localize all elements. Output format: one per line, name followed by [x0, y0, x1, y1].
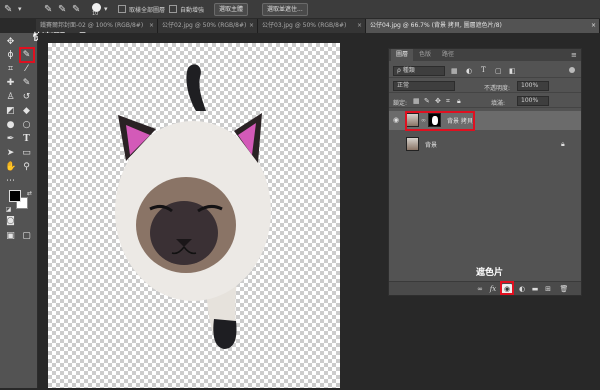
path-selection-icon[interactable]: ➤ [5, 148, 16, 159]
lock-artboard-icon[interactable]: ⌗ [446, 97, 450, 106]
tab-label: 公仔03.jpg @ 50% (RGB/8#) [262, 22, 347, 29]
type-tool-icon[interactable]: T [21, 134, 32, 145]
tab-doc-3[interactable]: 公仔03.jpg @ 50% (RGB/8#) × [258, 19, 366, 33]
dodge-tool-icon[interactable]: ○ [21, 120, 32, 131]
default-colors-icon[interactable]: ◪ [3, 204, 14, 215]
move-tool-icon[interactable]: ✥ [5, 37, 16, 48]
eyedropper-tool-icon[interactable]: ⁄ [21, 64, 32, 75]
lock-position-icon[interactable]: ✥ [435, 97, 441, 105]
tool-preset-dropdown-icon[interactable]: ▾ [18, 4, 30, 15]
document-tabs: 鐵賽爾邦封面-02 @ 100% (RGB/8#) × 公仔02.jpg @ 5… [0, 19, 600, 33]
layer-mask-annotation: 遮色片 [476, 268, 504, 278]
layers-panel-footer: ∞ fx ◉ ◐ ▬ ⊞ 🗑︎ [389, 281, 581, 295]
filter-pixel-icon[interactable]: ▦ [451, 67, 458, 75]
lock-transparent-icon[interactable]: ▦ [413, 97, 420, 105]
tab-label: 公仔04.jpg @ 66.7% (背景 拷貝, 圖層遮色片/8) [370, 22, 502, 29]
adjustment-icon[interactable]: ◐ [517, 284, 527, 294]
select-and-mask-button[interactable]: 選取並遮住... [262, 3, 308, 16]
auto-enhance-label: 自動增強 [180, 7, 205, 14]
layers-panel: 圖層 色版 路徑 ≡ ρ 種類 ▦ ◐ T ▢ ◧ 正常 不透明度: 100% … [388, 48, 582, 296]
panel-tabs: 圖層 色版 路徑 ≡ [389, 49, 581, 61]
document-canvas[interactable] [48, 43, 340, 388]
fill-label: 填滿: [491, 100, 506, 107]
screen-mode-icon[interactable]: ▣ [5, 231, 16, 242]
history-brush-icon[interactable]: ↺ [21, 92, 32, 103]
quick-mask-icon[interactable]: ◙ [5, 216, 16, 227]
tab-paths[interactable]: 路徑 [437, 49, 459, 61]
lock-all-icon[interactable]: 🔒︎ [457, 97, 461, 106]
brush-dropdown-icon[interactable]: ▾ [104, 4, 116, 15]
fx-icon[interactable]: fx [488, 284, 498, 294]
cat-figurine-image [115, 64, 271, 349]
filter-smart-object-icon[interactable]: ◧ [509, 67, 516, 75]
panel-menu-icon[interactable]: ≡ [571, 51, 577, 59]
screen-mode-toggle-icon[interactable]: ▢ [21, 231, 32, 242]
new-layer-icon[interactable]: ⊞ [543, 284, 553, 294]
layer-name[interactable]: 背景 [425, 140, 437, 149]
rectangle-tool-icon[interactable]: ▭ [21, 148, 32, 159]
tab-layers[interactable]: 圖層 [391, 49, 414, 61]
foreground-color-front [9, 190, 21, 202]
filter-type-icon[interactable]: T [481, 66, 486, 74]
close-icon[interactable]: × [357, 19, 362, 33]
sample-all-layers-checkbox[interactable] [118, 5, 126, 13]
lock-icon: 🔒︎ [561, 140, 565, 148]
blend-row: 正常 不透明度: 100% [389, 80, 581, 93]
swap-colors-icon[interactable]: ⇄ [24, 188, 35, 199]
visibility-eye-icon[interactable]: ◉ [392, 116, 400, 124]
hand-tool-icon[interactable]: ✋ [5, 162, 16, 173]
close-icon[interactable]: × [249, 19, 254, 33]
visibility-eye-icon[interactable]: · [392, 140, 400, 148]
close-icon[interactable]: × [149, 19, 154, 33]
subtract-from-selection-icon[interactable]: ✎ [72, 4, 84, 15]
lock-label: 鎖定: [393, 100, 408, 107]
quick-selection-tool-icon[interactable]: ✎ [4, 4, 16, 15]
layer-row-background[interactable]: · 背景 🔒︎ [389, 135, 581, 154]
link-icon[interactable]: ∞ [475, 284, 485, 294]
tab-doc-2[interactable]: 公仔02.jpg @ 50% (RGB/8#) × [158, 19, 258, 33]
quick-selection-highlight [19, 47, 35, 63]
tab-doc-4-active[interactable]: 公仔04.jpg @ 66.7% (背景 拷貝, 圖層遮色片/8) × [366, 19, 600, 33]
filter-row: ρ 種類 ▦ ◐ T ▢ ◧ [389, 65, 581, 78]
layer-highlight-box [405, 111, 475, 131]
paint-bucket-icon[interactable]: ◆ [21, 106, 32, 117]
brush-tool-icon[interactable]: ✎ [21, 78, 32, 89]
options-bar: ✎ ▾ ✎ ✎ ✎ 10 ▾ 取樣全部圖層 自動增強 選取主體 選取並遮住... [0, 0, 600, 19]
close-icon[interactable]: × [591, 19, 596, 33]
filter-kind-select[interactable]: ρ 種類 [393, 66, 445, 76]
add-to-selection-icon[interactable]: ✎ [58, 4, 70, 15]
fill-input[interactable]: 100% [517, 96, 549, 106]
trash-icon[interactable]: 🗑︎ [559, 284, 569, 294]
select-subject-button[interactable]: 選取主體 [214, 3, 249, 16]
blur-tool-icon[interactable]: ● [5, 120, 16, 131]
zoom-tool-icon[interactable]: ⚲ [21, 162, 32, 173]
sample-all-layers-label: 取樣全部圖層 [129, 7, 166, 14]
filter-adjustment-icon[interactable]: ◐ [466, 67, 472, 75]
add-mask-highlight-box [500, 281, 514, 295]
filter-shape-icon[interactable]: ▢ [495, 67, 502, 75]
new-selection-icon[interactable]: ✎ [44, 4, 56, 15]
brush-size: 10 [92, 11, 99, 17]
tab-label: 公仔02.jpg @ 50% (RGB/8#) [162, 22, 247, 29]
lock-image-icon[interactable]: ✎ [424, 97, 430, 105]
layer-thumbnail[interactable] [406, 137, 419, 151]
crop-tool-icon[interactable]: ⌗ [5, 64, 16, 75]
tools-panel: ✥ ϕ ✎ ⌗ ⁄ ✚ ✎ ♙ ↺ ◩ ◆ ● ○ ✒ T ➤ ▭ ✋ ⚲ ⋯ … [0, 33, 38, 388]
lasso-tool-icon[interactable]: ϕ [5, 50, 16, 61]
canvas-area [38, 33, 380, 388]
healing-brush-icon[interactable]: ✚ [5, 78, 16, 89]
more-tools-icon[interactable]: ⋯ [5, 176, 16, 187]
group-icon[interactable]: ▬ [530, 284, 540, 294]
opacity-input[interactable]: 100% [517, 81, 549, 91]
pen-tool-icon[interactable]: ✒ [5, 134, 16, 145]
tab-channels[interactable]: 色版 [414, 49, 436, 61]
lock-row: 鎖定: ▦ ✎ ✥ ⌗ 🔒︎ 填滿: 100% [389, 95, 581, 108]
blend-mode-select[interactable]: 正常 [393, 81, 455, 91]
auto-enhance-checkbox[interactable] [169, 5, 177, 13]
clone-stamp-icon[interactable]: ♙ [5, 92, 16, 103]
tab-label: 鐵賽爾邦封面-02 @ 100% (RGB/8#) [40, 22, 144, 29]
opacity-label: 不透明度: [484, 85, 511, 92]
eraser-tool-icon[interactable]: ◩ [5, 106, 16, 117]
filter-toggle-icon[interactable] [569, 67, 575, 73]
